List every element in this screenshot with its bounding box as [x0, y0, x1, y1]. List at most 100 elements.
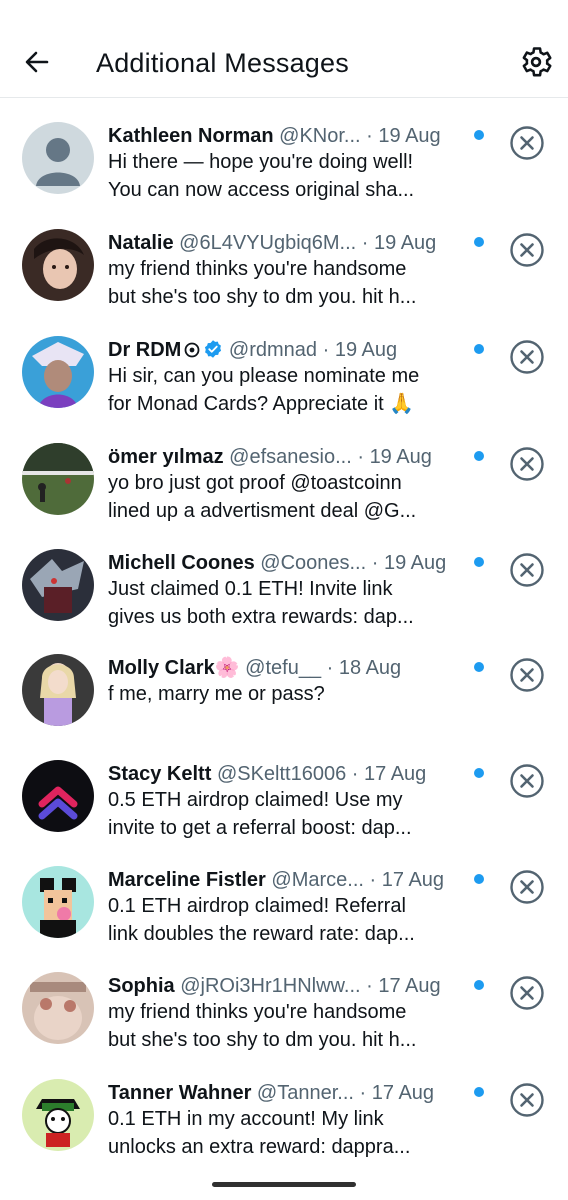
unread-indicator	[474, 874, 484, 884]
avatar[interactable]	[22, 336, 94, 408]
message-preview: my friend thinks you're handsome but she'…	[108, 998, 463, 1054]
message-request-row[interactable]: Molly Clark🌸 @tefu__ · 18 Aug f me, marry…	[0, 638, 568, 744]
message-preview-line-2: invite to get a referral boost: dap...	[108, 817, 412, 839]
close-circle-icon	[510, 1083, 544, 1117]
sender-handle: @KNor...	[279, 125, 361, 147]
message-preview-line-1: 0.5 ETH airdrop claimed! Use my	[108, 789, 403, 811]
sender-handle: @jROi3Hr1HNlww...	[180, 975, 361, 997]
message-request-row[interactable]: Stacy Keltt @SKeltt16006 · 17 Aug 0.5 ETH…	[0, 744, 568, 850]
avatar[interactable]	[22, 229, 94, 301]
message-preview-line-2: You can now access original sha...	[108, 179, 415, 201]
dismiss-button[interactable]	[509, 1082, 545, 1118]
sender-handle: @Coones...	[260, 552, 367, 574]
dismiss-button[interactable]	[509, 339, 545, 375]
message-request-row[interactable]: Michell Coones @Coones... · 19 Aug Just c…	[0, 533, 568, 639]
message-request-row[interactable]: ömer yılmaz @efsanesio... · 19 Aug yo bro…	[0, 427, 568, 533]
message-header: Molly Clark🌸 @tefu__ · 18 Aug	[108, 654, 478, 682]
dismiss-button[interactable]	[509, 552, 545, 588]
message-preview-line-1: my friend thinks you're handsome	[108, 258, 407, 280]
unread-indicator	[474, 662, 484, 672]
unread-indicator	[474, 557, 484, 567]
avatar[interactable]	[22, 122, 94, 194]
message-date: 17 Aug	[371, 1082, 435, 1104]
unread-indicator	[474, 768, 484, 778]
top-app-bar: Additional Messages	[0, 0, 568, 98]
unread-indicator	[474, 451, 484, 461]
sender-name: Natalie	[108, 232, 174, 254]
close-circle-icon	[510, 976, 544, 1010]
message-header: Kathleen Norman @KNor... · 19 Aug	[108, 122, 478, 150]
message-date: 17 Aug	[364, 763, 427, 785]
michell-avatar	[22, 549, 94, 621]
unread-indicator	[474, 1087, 484, 1097]
message-header: Tanner Wahner @Tanner... · 17 Aug	[108, 1079, 478, 1107]
molly-avatar	[22, 654, 94, 726]
close-circle-icon	[510, 447, 544, 481]
close-circle-icon	[510, 126, 544, 160]
message-request-row[interactable]: Kathleen Norman @KNor... · 19 Aug Hi ther…	[0, 106, 568, 212]
message-preview: 0.5 ETH airdrop claimed! Use my invite to…	[108, 786, 463, 842]
verified-badge-icon	[205, 340, 222, 358]
sender-handle: @tefu__	[245, 657, 322, 679]
message-header: Natalie @6L4VYUgbiq6M... · 19 Aug	[108, 229, 478, 257]
message-date: 18 Aug	[338, 657, 402, 679]
message-header: Sophia @jROi3Hr1HNlww... · 17 Aug	[108, 972, 478, 1000]
avatar[interactable]	[22, 760, 94, 832]
close-circle-icon	[510, 233, 544, 267]
separator: ·	[371, 552, 379, 574]
avatar[interactable]	[22, 654, 94, 726]
message-preview-line-2: but she's too shy to dm you. hit h...	[108, 286, 417, 308]
dismiss-button[interactable]	[509, 763, 545, 799]
dismiss-button[interactable]	[509, 869, 545, 905]
back-button[interactable]	[20, 44, 56, 80]
home-indicator[interactable]	[212, 1182, 356, 1187]
message-date: 19 Aug	[378, 125, 441, 147]
message-preview-line-1: 0.1 ETH airdrop claimed! Referral	[108, 895, 406, 917]
dismiss-button[interactable]	[509, 975, 545, 1011]
marceline-avatar	[22, 866, 94, 938]
sender-name: Stacy Keltt	[108, 763, 212, 785]
separator: ·	[326, 657, 334, 679]
message-preview-line-1: Hi there — hope you're doing well!	[108, 151, 414, 173]
message-preview: 0.1 ETH airdrop claimed! Referral link do…	[108, 892, 463, 948]
omer-avatar	[22, 443, 94, 515]
message-preview-line-1: 0.1 ETH in my account! My link	[108, 1108, 384, 1130]
avatar[interactable]	[22, 866, 94, 938]
message-request-row[interactable]: Sophia @jROi3Hr1HNlww... · 17 Aug my frie…	[0, 956, 568, 1062]
message-request-row[interactable]: Natalie @6L4VYUgbiq6M... · 19 Aug my frie…	[0, 213, 568, 319]
avatar[interactable]	[22, 549, 94, 621]
message-date: 19 Aug	[374, 232, 437, 254]
sender-handle: @6L4VYUgbiq6M...	[179, 232, 357, 254]
message-header: ömer yılmaz @efsanesio... · 19 Aug	[108, 443, 478, 471]
message-preview: yo bro just got proof @toastcoinn lined u…	[108, 469, 463, 525]
sender-handle: @SKeltt16006	[216, 763, 347, 785]
message-preview-line-1: f me, marry me or pass?	[108, 683, 325, 705]
dismiss-button[interactable]	[509, 446, 545, 482]
message-preview: Just claimed 0.1 ETH! Invite link gives u…	[108, 575, 463, 631]
dismiss-button[interactable]	[509, 125, 545, 161]
close-circle-icon	[510, 764, 544, 798]
unread-indicator	[474, 980, 484, 990]
unread-indicator	[474, 344, 484, 354]
close-circle-icon	[510, 553, 544, 587]
message-request-row[interactable]: Marceline Fistler @Marce... · 17 Aug 0.1 …	[0, 850, 568, 956]
message-request-row[interactable]: Tanner Wahner @Tanner... · 17 Aug 0.1 ETH…	[0, 1063, 568, 1169]
dismiss-button[interactable]	[509, 657, 545, 693]
message-header: Michell Coones @Coones... · 19 Aug	[108, 549, 478, 577]
avatar[interactable]	[22, 443, 94, 515]
message-preview-line-2: but she's too shy to dm you. hit h...	[108, 1029, 417, 1051]
message-preview: 0.1 ETH in my account! My link unlocks an…	[108, 1105, 463, 1161]
circle-dot-icon	[184, 342, 200, 358]
message-request-row[interactable]: Dr RDM @rdmnad · 19 Aug Hi sir, can you p…	[0, 320, 568, 426]
message-preview-line-1: Just claimed 0.1 ETH! Invite link	[108, 578, 393, 600]
dismiss-button[interactable]	[509, 232, 545, 268]
separator: ·	[366, 125, 373, 147]
separator: ·	[369, 869, 377, 891]
message-header: Marceline Fistler @Marce... · 17 Aug	[108, 866, 478, 894]
avatar[interactable]	[22, 972, 94, 1044]
separator: ·	[359, 1082, 367, 1104]
settings-button[interactable]	[518, 44, 554, 80]
separator: ·	[361, 232, 369, 254]
stacy-avatar	[22, 760, 94, 832]
avatar[interactable]	[22, 1079, 94, 1151]
